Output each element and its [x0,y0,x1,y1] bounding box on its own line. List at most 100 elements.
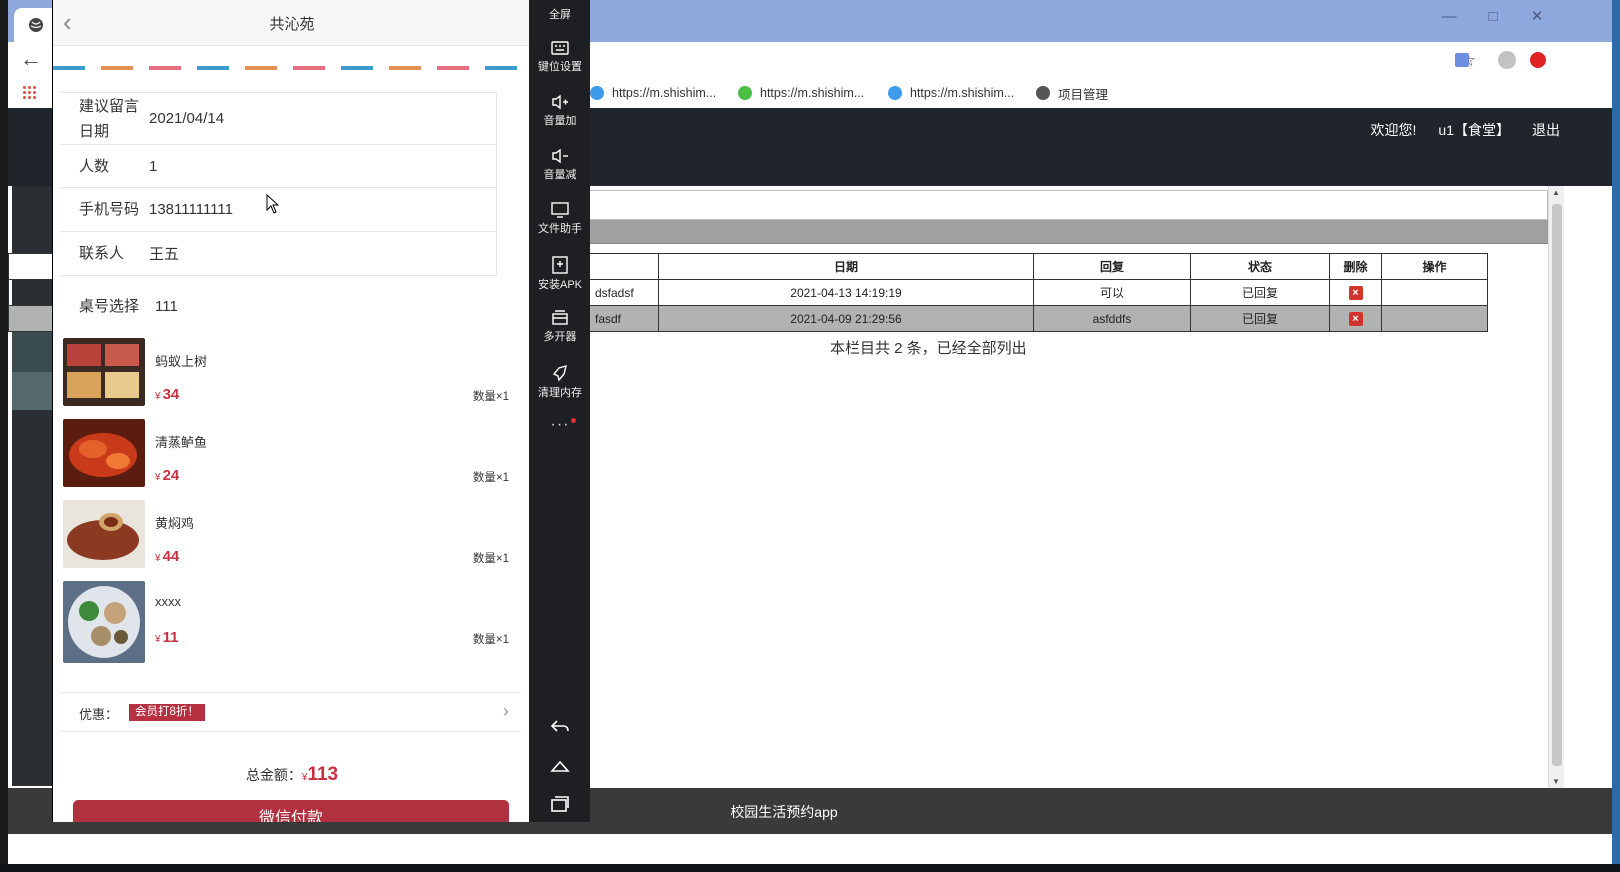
android-back-icon[interactable] [549,716,571,738]
extension-icon[interactable] [1455,53,1469,67]
phone-emulator-screen: ‹ 共沁苑 建议留言日期 2021/04/14 人数 1 手机号码 138111… [52,0,530,822]
globe-icon [29,18,43,32]
logout-link[interactable]: 退出 [1532,120,1560,140]
minimize-icon[interactable]: — [1434,6,1464,28]
field-label: 手机号码 [79,201,140,218]
item-price: ¥44 [155,548,180,565]
list-item[interactable]: 清蒸鲈鱼 ¥24 数量×1 [63,415,521,496]
item-quantity: 数量×1 [472,634,509,646]
item-price: ¥24 [155,467,180,484]
field-label: 人数 [79,157,110,175]
form-row[interactable]: 人数 1 [61,144,497,187]
notification-dot [571,418,576,423]
install-apk-button[interactable]: 安装APK [530,256,590,306]
food-image [63,419,145,487]
multi-window-icon [552,310,568,325]
form-row[interactable]: 联系人 王五 [61,231,497,275]
action-cell [1381,305,1488,332]
chevron-right-icon: › [503,701,509,721]
bookmark-item[interactable]: 项目管理 [1036,83,1108,103]
field-label: 桌号选择 [79,298,140,315]
column-header: 删除 [1329,253,1382,280]
total-amount: 113 [307,764,339,785]
action-cell [1381,279,1488,306]
volume-up-button[interactable]: 音量加 [530,94,590,144]
discount-label: 优惠： [79,707,119,722]
date-field[interactable]: 2021/04/14 [149,110,224,127]
wechat-icon [738,86,752,100]
delete-icon[interactable]: × [1348,286,1363,300]
taskbar [0,864,1620,872]
volume-down-button[interactable]: 音量减 [530,148,590,198]
column-header: 状态 [1190,253,1330,280]
table-number-field[interactable]: 111 [155,298,178,315]
discount-row[interactable]: 优惠： 会员打8折！ › [61,692,521,732]
list-item[interactable]: 黄焖鸡 ¥44 数量×1 [63,496,521,577]
apk-icon [552,256,568,274]
avatar[interactable] [1498,51,1516,69]
scrollbar-thumb[interactable] [1552,204,1562,766]
ie-icon [888,86,902,100]
apps-icon[interactable] [22,85,36,99]
clean-memory-button[interactable]: 清理内存 [530,364,590,414]
globe-icon [1036,86,1050,100]
food-image [63,500,145,568]
fullscreen-button[interactable]: 全屏 [530,0,590,44]
mouse-cursor-icon [266,194,280,214]
discount-badge: 会员打8折！ [129,704,205,721]
column-header: 回复 [1033,253,1191,280]
rocket-icon [552,364,567,382]
close-icon[interactable]: ✕ [1522,6,1552,28]
list-item[interactable]: xxxx ¥11 数量×1 [63,577,521,663]
page-scrollbar[interactable]: ▲ ▼ [1548,186,1564,788]
bookmark-item[interactable]: https://m.shishim... [888,83,1014,103]
volume-up-icon [552,94,568,110]
people-field[interactable]: 1 [149,158,157,175]
android-home-icon[interactable] [549,755,571,777]
order-total: 总金额：¥113 [245,764,339,785]
back-icon[interactable]: ← [18,46,44,72]
list-item[interactable]: 蚂蚁上树 ¥34 数量×1 [63,334,521,415]
bookmark-item[interactable]: https://m.shishim... [590,83,716,103]
phone-field[interactable]: 13811111111 [149,201,233,218]
multi-instance-button[interactable]: 多开器 [530,310,590,360]
item-quantity: 数量×1 [472,553,509,565]
envelope-stripe [53,66,529,70]
form-row[interactable]: 桌号选择 111 [61,275,497,337]
keymap-button[interactable]: 键位设置 [530,40,590,90]
contact-field[interactable]: 王五 [149,243,179,264]
file-assistant-button[interactable]: 文件助手 [530,202,590,252]
item-price: ¥34 [155,386,180,403]
emulator-toolbar: 全屏 键位设置 音量加 音量减 文件助手 安装APK 多开器 清理内存 ··· [530,0,590,822]
table-summary: 本栏目共 2 条，已经全部列出 [830,340,1027,357]
wechat-pay-button[interactable]: 微信付款 [73,800,509,822]
bookmark-item[interactable]: https://m.shishim... [738,83,864,103]
welcome-text: 欢迎您! [1370,122,1417,138]
more-icon[interactable]: ··· [530,416,590,434]
booking-form: 建议留言日期 2021/04/14 人数 1 手机号码 13811111111 … [61,92,523,337]
ie-icon [590,86,604,100]
field-label: 建议留言日期 [79,97,140,140]
delete-icon[interactable]: × [1348,312,1363,326]
field-label: 联系人 [79,245,125,262]
food-image [63,581,145,663]
android-recents-icon[interactable] [549,793,571,815]
column-header: 操作 [1381,253,1488,280]
volume-down-icon [552,148,568,164]
order-items: 蚂蚁上树 ¥34 数量×1 清蒸鲈鱼 ¥24 数量×1 黄焖鸡 ¥44 数量×1… [63,334,521,663]
scroll-down-icon[interactable]: ▼ [1552,777,1560,786]
user-link[interactable]: u1【食堂】 [1438,120,1510,140]
column-header: 日期 [658,253,1034,280]
page-title: 共沁苑 [269,16,315,33]
form-row[interactable]: 建议留言日期 2021/04/14 [61,92,497,144]
item-quantity: 数量×1 [472,472,509,484]
keyboard-icon [551,41,569,55]
scroll-up-icon[interactable]: ▲ [1552,188,1560,197]
food-image [63,338,145,406]
fullscreen-icon [551,0,569,4]
item-price: ¥11 [155,629,179,646]
maximize-icon[interactable]: □ [1478,6,1508,28]
update-icon[interactable] [1530,52,1546,68]
item-quantity: 数量×1 [472,391,509,403]
monitor-icon [551,202,569,218]
